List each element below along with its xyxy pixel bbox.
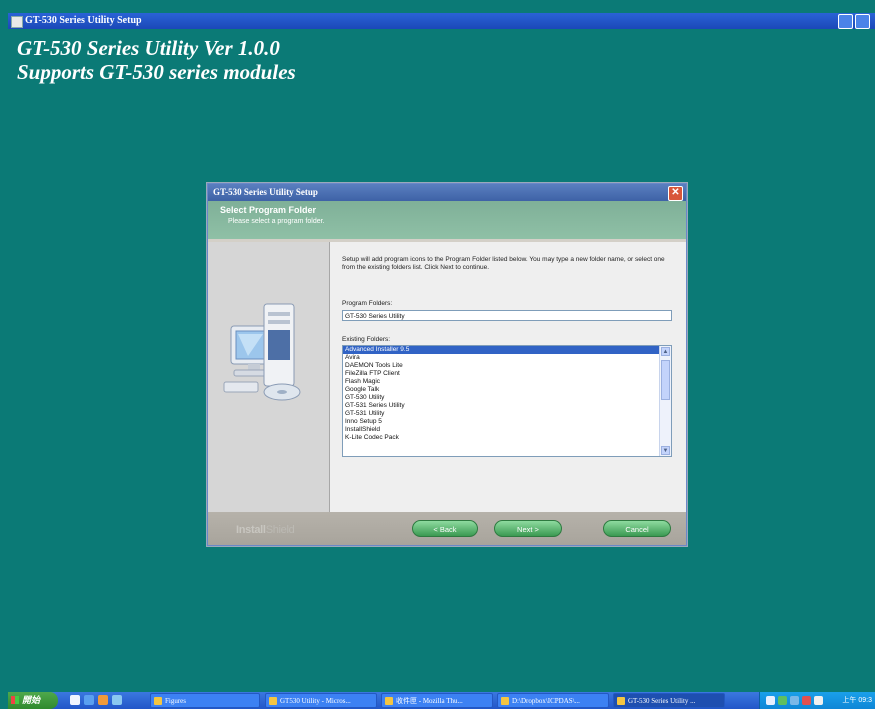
list-item[interactable]: Inno Setup 5 xyxy=(343,418,659,426)
taskbar: 開始 Figures GT530 Utility - Micros... 收件匣… xyxy=(8,692,875,709)
list-item[interactable]: Google Talk xyxy=(343,386,659,394)
list-item[interactable]: Advanced Installer 9.5 xyxy=(343,346,659,354)
banner-title: GT-530 Series Utility Ver 1.0.0 xyxy=(17,36,280,60)
taskbar-item-figures[interactable]: Figures xyxy=(150,693,260,708)
antivirus-icon[interactable] xyxy=(802,696,811,705)
dialog-titlebar: GT-530 Series Utility Setup ✕ xyxy=(208,184,686,201)
scroll-up-icon[interactable]: ▲ xyxy=(661,347,670,356)
network-icon[interactable] xyxy=(766,696,775,705)
show-desktop-icon[interactable] xyxy=(70,695,80,705)
back-button[interactable]: < Back xyxy=(412,520,478,537)
next-button[interactable]: Next > xyxy=(494,520,562,537)
list-scrollbar[interactable]: ▲ ▼ xyxy=(659,346,671,456)
close-button[interactable]: ✕ xyxy=(668,186,683,201)
clock[interactable]: 上午 09:3 xyxy=(842,692,872,709)
list-item[interactable]: InstallShield xyxy=(343,426,659,434)
scroll-thumb[interactable] xyxy=(661,360,670,400)
program-folder-input[interactable]: GT-530 Series Utility xyxy=(342,310,672,321)
mail-icon xyxy=(385,697,393,705)
taskbar-item-thunderbird[interactable]: 收件匣 - Mozilla Thu... xyxy=(381,693,493,708)
start-button[interactable]: 開始 xyxy=(8,692,58,709)
browser-icon[interactable] xyxy=(84,695,94,705)
scroll-down-icon[interactable]: ▼ xyxy=(661,446,670,455)
document-icon xyxy=(269,697,277,705)
setup-app-icon xyxy=(617,697,625,705)
list-item[interactable]: K-Lite Codec Pack xyxy=(343,434,659,442)
setup-dialog: GT-530 Series Utility Setup ✕ Select Pro… xyxy=(207,183,687,546)
program-folders-label: Program Folders: xyxy=(342,300,393,307)
banner-subtitle: Supports GT-530 series modules xyxy=(17,60,296,84)
dialog-footer: InstallShield < Back Next > Cancel xyxy=(208,512,686,545)
taskbar-item-word[interactable]: GT530 Utility - Micros... xyxy=(265,693,377,708)
list-item[interactable]: GT-531 Utility xyxy=(343,410,659,418)
volume-icon[interactable] xyxy=(778,696,787,705)
computer-illustration xyxy=(208,242,330,512)
taskbar-item-explorer[interactable]: D:\Dropbox\ICPDAS\... xyxy=(497,693,609,708)
language-icon[interactable] xyxy=(814,696,823,705)
existing-folders-label: Existing Folders: xyxy=(342,336,391,343)
content-panel: Setup will add program icons to the Prog… xyxy=(330,242,686,512)
header-title: Select Program Folder xyxy=(220,205,317,215)
list-item[interactable]: GT-531 Series Utility xyxy=(343,402,659,410)
header-subtitle: Please select a program folder. xyxy=(228,218,325,225)
setup-window-titlebar: GT-530 Series Utility Setup xyxy=(8,13,875,29)
maximize-button[interactable] xyxy=(855,14,870,29)
dialog-header: Select Program Folder Please select a pr… xyxy=(208,201,686,239)
setup-app-icon xyxy=(11,16,23,28)
list-item[interactable]: Flash Magic xyxy=(343,378,659,386)
installshield-logo: InstallShield xyxy=(236,524,295,536)
folder-icon xyxy=(154,697,162,705)
list-item[interactable]: GT-530 Utility xyxy=(343,394,659,402)
list-item[interactable]: Avira xyxy=(343,354,659,362)
setup-window-title: GT-530 Series Utility Setup xyxy=(25,15,142,26)
firefox-icon[interactable] xyxy=(98,695,108,705)
dialog-title: GT-530 Series Utility Setup xyxy=(213,187,318,197)
list-item[interactable]: DAEMON Tools Lite xyxy=(343,362,659,370)
start-label: 開始 xyxy=(22,695,41,705)
taskbar-item-setup[interactable]: GT-530 Series Utility ... xyxy=(613,693,725,708)
list-item[interactable]: FileZilla FTP Client xyxy=(343,370,659,378)
cancel-button[interactable]: Cancel xyxy=(603,520,671,537)
windows-flag-icon xyxy=(11,696,19,704)
instructions-text: Setup will add program icons to the Prog… xyxy=(342,256,665,271)
media-icon[interactable] xyxy=(112,695,122,705)
sync-icon[interactable] xyxy=(790,696,799,705)
existing-folders-list[interactable]: Advanced Installer 9.5 Avira DAEMON Tool… xyxy=(342,345,672,457)
minimize-button[interactable] xyxy=(838,14,853,29)
folder-icon xyxy=(501,697,509,705)
computer-icon xyxy=(223,303,301,401)
system-tray: 上午 09:3 xyxy=(759,692,875,709)
